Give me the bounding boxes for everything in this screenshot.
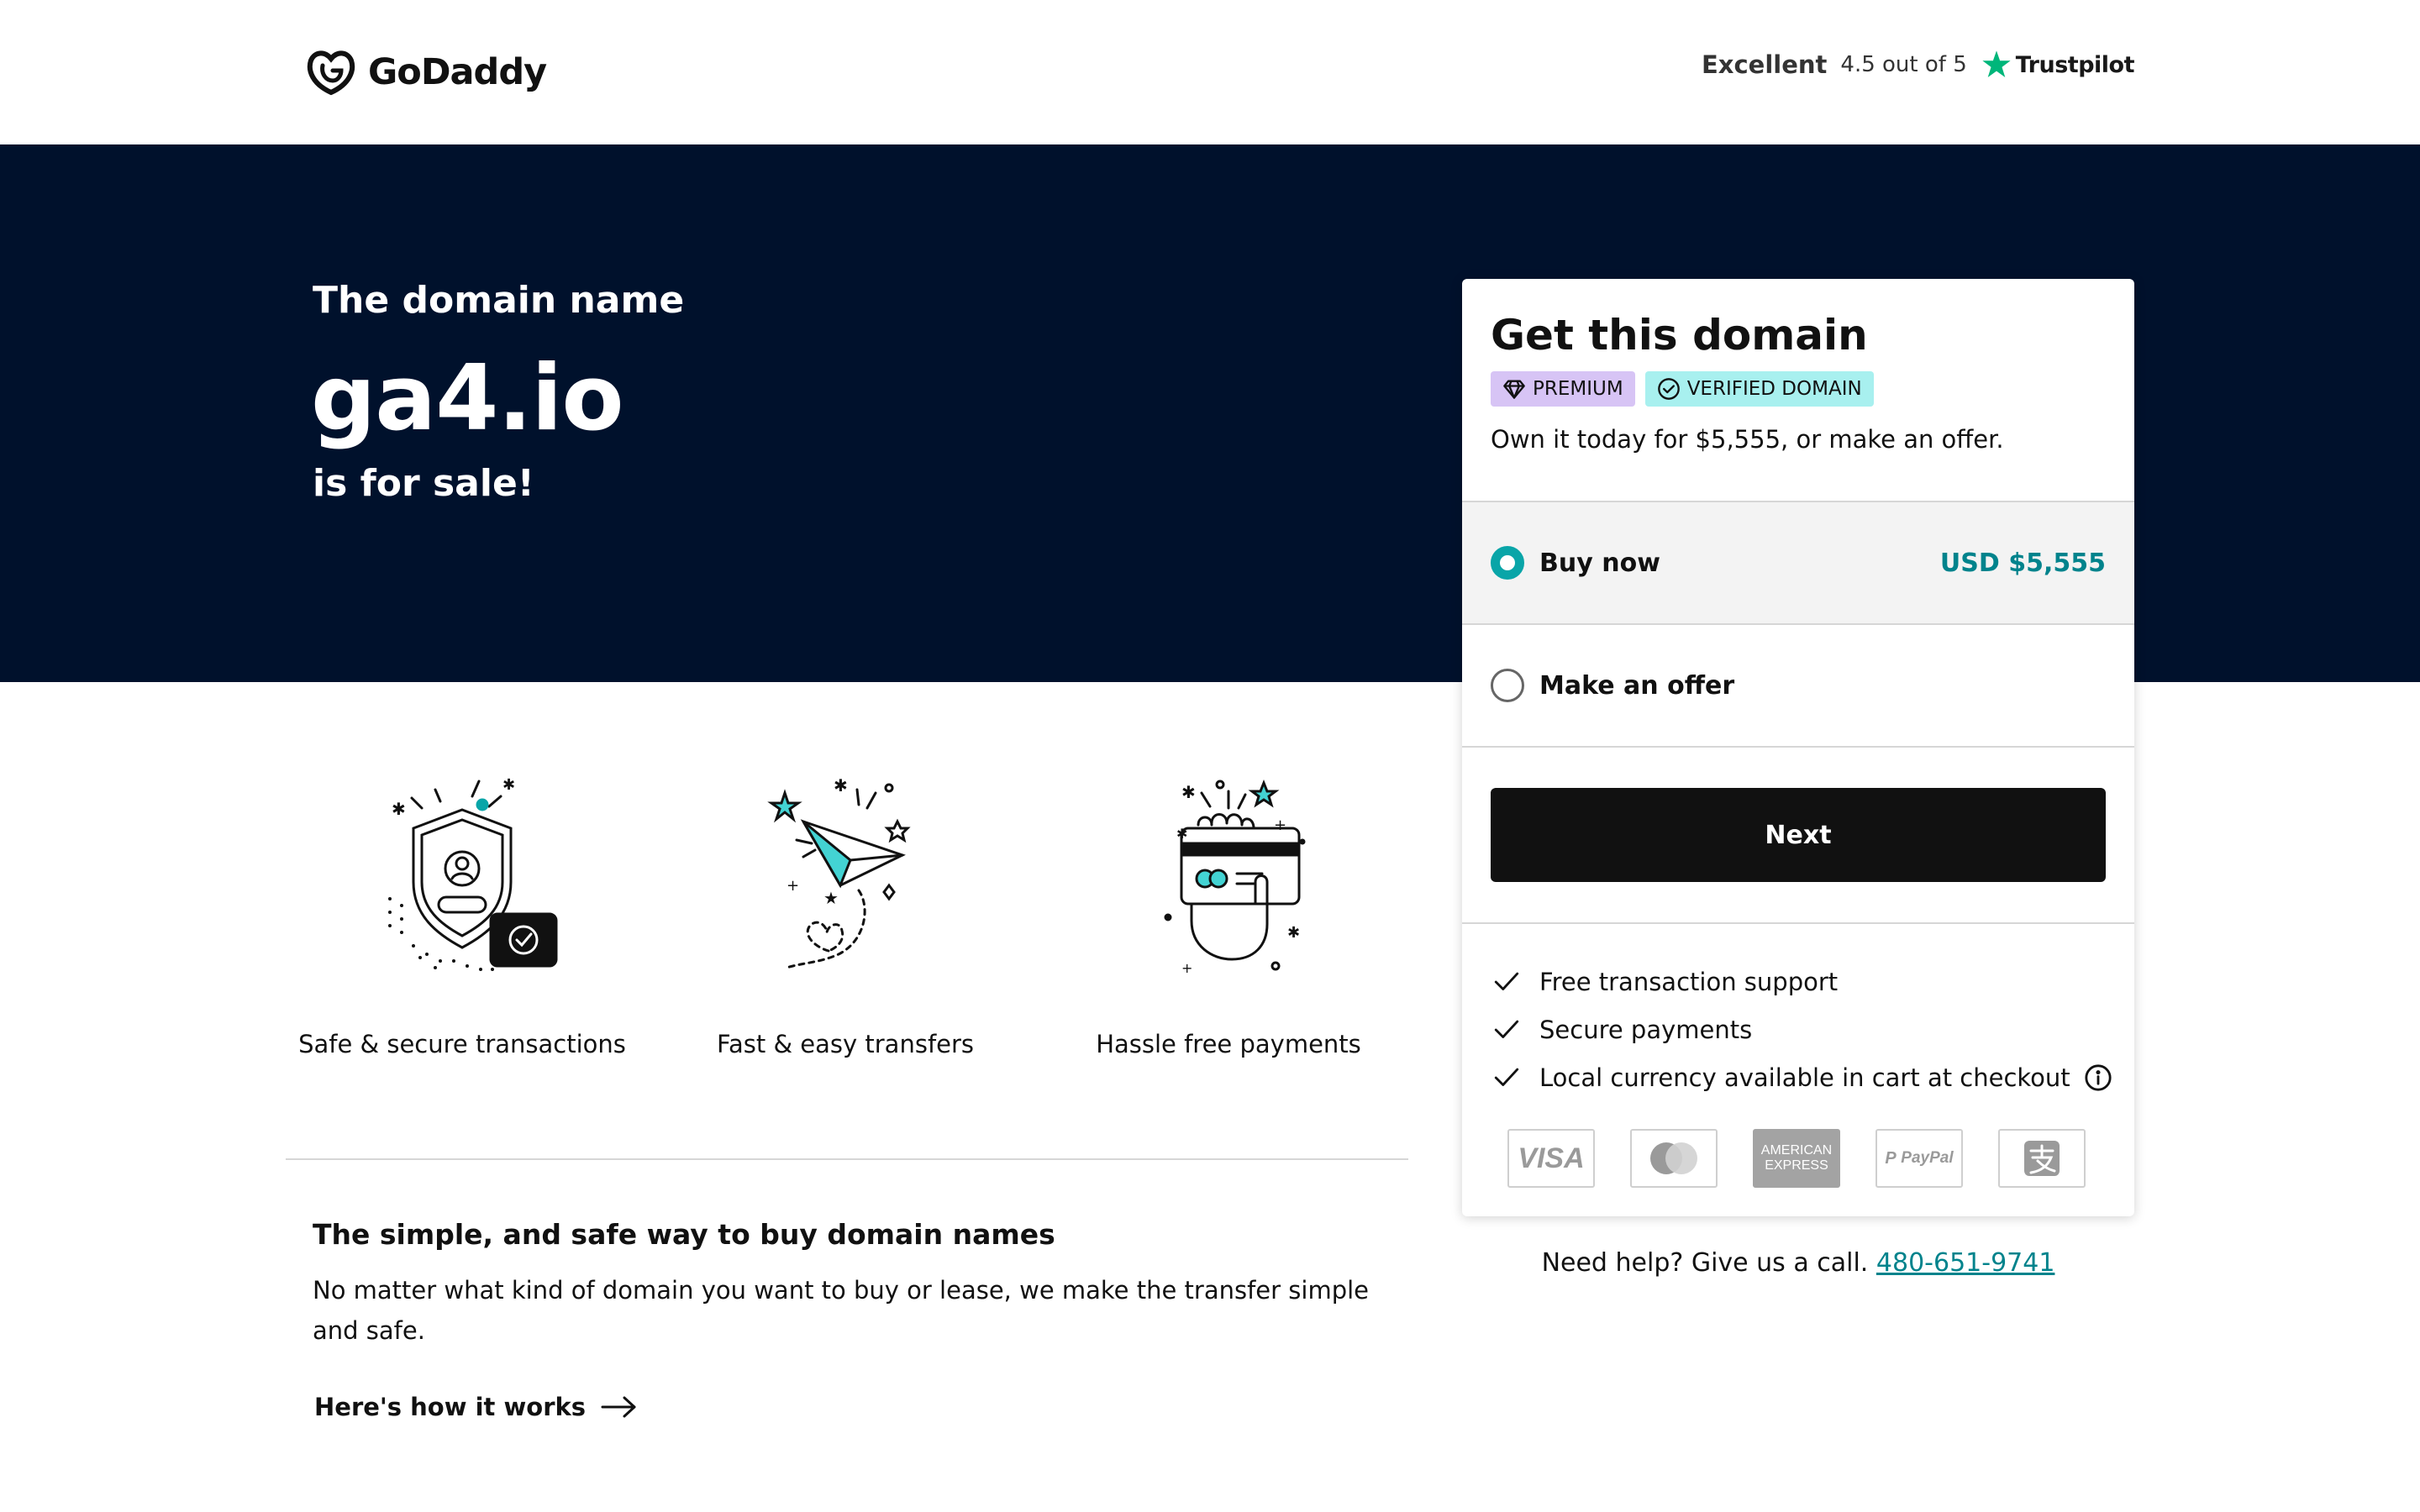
amex-icon: AMERICAN EXPRESS xyxy=(1753,1129,1840,1188)
mastercard-icon xyxy=(1630,1129,1718,1188)
card-hand-icon: ✱ + ✱ ✱ + xyxy=(1164,779,1306,976)
amex-top: AMERICAN xyxy=(1760,1143,1833,1158)
svg-text:✱: ✱ xyxy=(502,776,515,794)
logo-text: GoDaddy xyxy=(368,51,547,93)
card-divider xyxy=(1462,922,2134,924)
trustpilot-brand: Trustpilot xyxy=(1981,49,2135,81)
payment-methods: VISA AMERICAN EXPRESS P PayPal xyxy=(1507,1129,2086,1188)
svg-text:+: + xyxy=(1274,816,1286,834)
card-subtitle: Own it today for $5,555, or make an offe… xyxy=(1491,425,2004,454)
make-offer-radio[interactable] xyxy=(1491,669,1524,702)
visa-icon: VISA xyxy=(1507,1129,1595,1188)
feature-payments: ✱ + ✱ ✱ + Hassle free payments xyxy=(1052,739,1405,1075)
feature-label: Fast & easy transfers xyxy=(716,1030,975,1058)
features-section: ✱ ✱ Safe & secure transactions ✱ + ★ Fas… xyxy=(286,739,1412,1075)
paypal-p: P xyxy=(1885,1148,1902,1168)
feature-secure: ✱ ✱ Safe & secure transactions xyxy=(286,739,639,1075)
benefit-label: Free transaction support xyxy=(1539,967,1839,996)
svg-text:+: + xyxy=(786,877,799,895)
rating-score: 4.5 out of 5 xyxy=(1840,52,1967,77)
star-icon xyxy=(1982,50,2011,78)
alipay-icon xyxy=(1998,1129,2086,1188)
diamond-icon xyxy=(1503,380,1525,399)
info-text: No matter what kind of domain you want t… xyxy=(313,1276,1370,1345)
how-it-works-link[interactable]: Here's how it works xyxy=(314,1393,638,1421)
benefit-item: Free transaction support xyxy=(1492,958,2131,1005)
how-it-works-label: Here's how it works xyxy=(314,1393,587,1421)
hero-posttext: is for sale! xyxy=(313,462,534,505)
checkmark-icon xyxy=(1494,972,1519,990)
hero-pretext: The domain name xyxy=(313,279,685,322)
svg-text:✱: ✱ xyxy=(392,799,406,819)
make-offer-option[interactable]: Make an offer xyxy=(1462,623,2134,746)
svg-text:✱: ✱ xyxy=(1181,782,1196,802)
feature-label: Safe & secure transactions xyxy=(298,1030,626,1058)
premium-label: PREMIUM xyxy=(1533,378,1623,400)
feature-transfers: ✱ + ★ Fast & easy transfers xyxy=(669,739,1022,1075)
buy-now-price: USD $5,555 xyxy=(1939,548,2106,578)
benefit-label: Secure payments xyxy=(1539,1015,1753,1044)
benefit-label: Local currency available in cart at chec… xyxy=(1539,1063,2070,1092)
checkmark-icon xyxy=(1494,1068,1519,1086)
svg-text:★: ★ xyxy=(823,888,839,908)
shield-icon: ✱ ✱ xyxy=(388,776,558,971)
help-line: Need help? Give us a call. 480-651-9741 xyxy=(1462,1248,2134,1278)
buy-now-label: Buy now xyxy=(1539,548,1660,578)
info-title: The simple, and safe way to buy domain n… xyxy=(313,1218,1055,1251)
godaddy-logo[interactable]: GoDaddy xyxy=(304,47,547,97)
mastercard-circles xyxy=(1650,1142,1697,1174)
svg-text:+: + xyxy=(1181,960,1192,976)
badges: PREMIUM VERIFIED DOMAIN xyxy=(1491,371,1874,407)
godaddy-logo-icon xyxy=(307,50,355,96)
paypal-label: PayPal xyxy=(1901,1149,1954,1167)
amex-bottom: EXPRESS xyxy=(1765,1158,1828,1173)
svg-text:✱: ✱ xyxy=(1287,924,1300,942)
verified-badge: VERIFIED DOMAIN xyxy=(1644,371,1874,407)
paypal-icon: P PayPal xyxy=(1876,1129,1963,1188)
buy-now-option[interactable]: Buy now USD $5,555 xyxy=(1462,501,2134,623)
paper-plane-icon: ✱ + ★ xyxy=(767,775,911,969)
rating-word: Excellent xyxy=(1701,50,1828,79)
purchase-card: Get this domain PREMIUM VERIFIED DOMAIN … xyxy=(1462,279,2134,1216)
buy-now-radio[interactable] xyxy=(1491,546,1524,580)
help-text: Need help? Give us a call. xyxy=(1541,1248,1869,1278)
make-offer-label: Make an offer xyxy=(1539,670,1735,701)
premium-badge: PREMIUM xyxy=(1491,371,1635,407)
card-title: Get this domain xyxy=(1491,311,1868,360)
verified-label: VERIFIED DOMAIN xyxy=(1686,378,1862,400)
feature-label: Hassle free payments xyxy=(1096,1030,1361,1058)
trustpilot-rating[interactable]: Excellent 4.5 out of 5 Trustpilot xyxy=(1701,49,2135,81)
svg-text:✱: ✱ xyxy=(834,775,848,795)
benefits-list: Free transaction support Secure payments… xyxy=(1492,958,2131,1101)
phone-link[interactable]: 480-651-9741 xyxy=(1876,1248,2055,1278)
visa-label: VISA xyxy=(1518,1142,1585,1174)
checkmark-icon xyxy=(1494,1020,1519,1038)
check-circle-icon xyxy=(1657,378,1680,400)
amex-text: AMERICAN EXPRESS xyxy=(1761,1143,1832,1173)
domain-name: ga4.io xyxy=(311,346,624,451)
benefit-item: Local currency available in cart at chec… xyxy=(1492,1053,2131,1101)
trustpilot-label: Trustpilot xyxy=(2015,51,2135,78)
benefit-item: Secure payments xyxy=(1492,1005,2131,1053)
section-divider xyxy=(286,1158,1408,1160)
card-divider xyxy=(1462,746,2134,748)
next-button[interactable]: Next xyxy=(1491,788,2106,882)
site-header: GoDaddy Excellent 4.5 out of 5 Trustpilo… xyxy=(0,0,2420,144)
info-icon[interactable] xyxy=(2084,1063,2112,1092)
arrow-right-icon xyxy=(601,1396,636,1418)
alipay-glyph xyxy=(2024,1141,2060,1176)
